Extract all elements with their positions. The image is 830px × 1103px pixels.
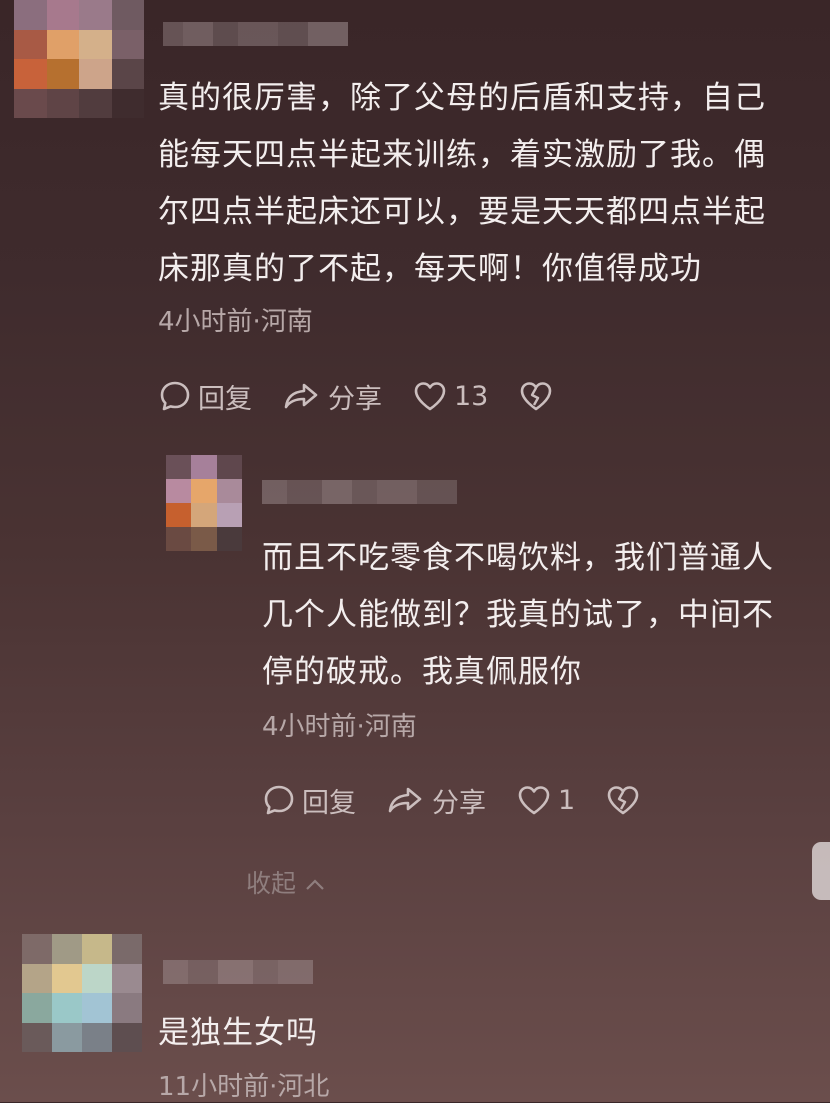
comment-line: 是独生女吗	[158, 1015, 318, 1051]
broken-heart-icon	[607, 786, 639, 815]
collapse-replies-button[interactable]: 收起	[246, 864, 326, 900]
reply-button[interactable]: 回复	[262, 781, 356, 820]
comment-actions: 回复 分享 1	[262, 778, 677, 822]
reply-label: 回复	[302, 787, 356, 819]
comment-line: 真的很厉害，除了父母的后盾和支持，自己	[158, 80, 766, 116]
reply-button[interactable]: 回复	[158, 377, 252, 416]
share-label: 分享	[328, 383, 382, 415]
heart-icon	[414, 382, 446, 411]
collapse-label: 收起	[246, 869, 297, 898]
like-count: 13	[454, 380, 489, 412]
avatar[interactable]	[14, 0, 144, 118]
comment-icon	[264, 785, 294, 815]
share-icon	[388, 787, 422, 813]
comment-icon	[160, 381, 190, 411]
username-blurred[interactable]	[163, 960, 313, 984]
share-button[interactable]: 分享	[282, 377, 382, 416]
reply-label: 回复	[198, 383, 252, 415]
comment-meta: 4小时前·河南	[262, 712, 417, 742]
comment-line: 几个人能做到？我真的试了，中间不	[262, 597, 774, 633]
comment-line: 停的破戒。我真佩服你	[262, 654, 582, 690]
like-count: 1	[558, 784, 576, 816]
dislike-button[interactable]	[605, 783, 647, 817]
share-label: 分享	[432, 787, 486, 819]
share-button[interactable]: 分享	[386, 781, 486, 820]
username-blurred[interactable]	[262, 480, 457, 504]
comment-line: 而且不吃零食不喝饮料，我们普通人	[262, 540, 774, 576]
chevron-up-icon	[306, 879, 324, 890]
comment-meta: 11小时前·河北	[158, 1072, 330, 1102]
like-button[interactable]: 13	[412, 379, 488, 413]
comment-line: 尔四点半起床还可以，要是天天都四点半起	[158, 194, 766, 230]
heart-icon	[518, 786, 550, 815]
comment-line: 床那真的了不起，每天啊！你值得成功	[158, 251, 702, 287]
avatar[interactable]	[166, 455, 242, 551]
broken-heart-icon	[521, 382, 552, 411]
dislike-button[interactable]	[518, 379, 560, 413]
avatar[interactable]	[22, 934, 142, 1052]
scrollbar-thumb[interactable]	[812, 842, 830, 900]
comment-meta: 4小时前·河南	[158, 307, 313, 337]
like-button[interactable]: 1	[516, 783, 575, 817]
username-blurred[interactable]	[163, 22, 348, 46]
comment-actions: 回复 分享 13	[158, 374, 590, 418]
comment-line: 能每天四点半起来训练，着实激励了我。偶	[158, 137, 766, 173]
share-icon	[284, 383, 318, 409]
